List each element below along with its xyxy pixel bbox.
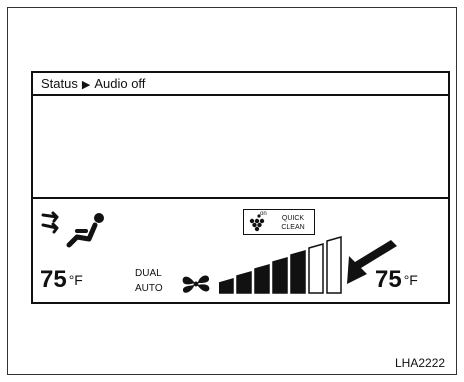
status-value: Audio off: [94, 76, 146, 91]
left-temperature: 75 °F: [40, 267, 83, 293]
status-bar: Status ▶ Audio off: [33, 73, 448, 96]
right-temperature: 75 °F: [375, 267, 418, 293]
right-temperature-value: 75: [375, 266, 402, 293]
triangle-right-icon: ▶: [81, 79, 91, 91]
fan-speed-bar: [219, 278, 234, 294]
quick-clean-indicator: on QUICK CLEAN: [243, 209, 315, 235]
fan-speed-bars: [219, 236, 342, 294]
figure-code: LHA2222: [395, 356, 446, 370]
quick-clean-on-label: on: [260, 211, 267, 217]
airflow-mode-icon: [41, 211, 104, 248]
quick-clean-line2: CLEAN: [281, 224, 305, 231]
mode-auto-label: AUTO: [135, 283, 163, 294]
right-temperature-unit: °F: [403, 272, 418, 288]
fan-speed-bar: [272, 257, 288, 294]
quick-clean-line1: QUICK: [281, 215, 305, 222]
display-divider: [33, 197, 448, 199]
fan-speed-bar: [236, 271, 252, 294]
mode-dual-label: DUAL: [135, 268, 162, 279]
left-temperature-value: 75: [40, 266, 67, 293]
climate-display-panel: Status ▶ Audio off 75 °F DUAL AUTO on QU…: [31, 71, 450, 304]
fan-speed-bar: [326, 236, 342, 294]
left-temperature-unit: °F: [68, 272, 83, 288]
mode-indicator: DUAL AUTO: [135, 266, 175, 296]
status-label: Status: [41, 76, 78, 91]
fan-speed-bar: [308, 243, 324, 294]
quick-clean-label: QUICK CLEAN: [273, 214, 313, 232]
fan-icon: [182, 275, 210, 293]
quick-clean-icon: [249, 214, 265, 232]
fan-speed-bar: [254, 264, 270, 294]
fan-speed-bar: [290, 250, 306, 294]
